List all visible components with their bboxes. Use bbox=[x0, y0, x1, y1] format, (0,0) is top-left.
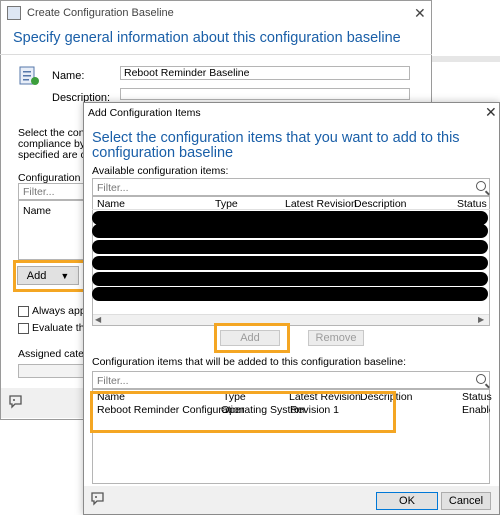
redacted-row bbox=[92, 256, 488, 270]
available-label: Available configuration items: bbox=[92, 165, 229, 177]
col-latest-revision[interactable]: Latest Revision bbox=[285, 198, 357, 210]
remove-button[interactable]: Remove bbox=[308, 330, 364, 346]
dialog-title: Add Configuration Items bbox=[88, 107, 201, 119]
bg-window-title: Create Configuration Baseline bbox=[27, 7, 174, 19]
bg-add-highlight bbox=[13, 260, 86, 292]
always-apply-checkbox[interactable] bbox=[18, 306, 29, 317]
added-label: Configuration items that will be added t… bbox=[92, 356, 407, 368]
search-icon[interactable] bbox=[476, 181, 486, 191]
available-header-row: Name Type Latest Revision Description St… bbox=[92, 196, 490, 210]
window-app-icon bbox=[7, 6, 21, 20]
search-icon[interactable] bbox=[476, 374, 486, 384]
add-button-highlight bbox=[214, 323, 290, 353]
horizontal-scrollbar[interactable]: ◀ ▶ bbox=[93, 314, 489, 325]
added-filter-input[interactable]: Filter... bbox=[92, 371, 490, 389]
bg-name-column: Name bbox=[23, 205, 52, 217]
redacted-row bbox=[92, 240, 488, 254]
scroll-left-icon[interactable]: ◀ bbox=[95, 315, 101, 324]
added-row-status: Enable bbox=[462, 404, 490, 416]
bg-close-icon[interactable]: ✕ bbox=[414, 5, 426, 22]
feedback-icon[interactable] bbox=[8, 394, 24, 413]
dialog-close-icon[interactable]: ✕ bbox=[485, 104, 497, 121]
name-label: Name: bbox=[52, 70, 85, 82]
scroll-right-icon[interactable]: ▶ bbox=[478, 315, 484, 324]
col-type[interactable]: Type bbox=[215, 198, 238, 210]
bg-filter-input[interactable]: Filter... bbox=[18, 183, 88, 200]
feedback-icon[interactable] bbox=[90, 491, 106, 510]
available-filter-input[interactable]: Filter... bbox=[92, 178, 490, 196]
bg-divider bbox=[0, 54, 432, 55]
col-status[interactable]: Status bbox=[457, 198, 487, 210]
ok-button[interactable]: OK bbox=[376, 492, 438, 510]
description-input[interactable] bbox=[120, 88, 410, 100]
redacted-row bbox=[92, 224, 488, 238]
cancel-button[interactable]: Cancel bbox=[441, 492, 491, 510]
col-description[interactable]: Description bbox=[354, 198, 407, 210]
added-col-status[interactable]: Status bbox=[462, 391, 492, 403]
assigned-categories-box[interactable] bbox=[18, 364, 88, 378]
bg-titlebar: Create Configuration Baseline bbox=[1, 1, 431, 25]
dialog-heading: Select the configuration items that you … bbox=[92, 130, 460, 161]
redacted-row bbox=[92, 272, 488, 286]
added-row-highlight bbox=[90, 391, 396, 433]
redacted-row bbox=[92, 287, 488, 301]
baseline-wizard-icon bbox=[18, 64, 40, 86]
bg-heading: Specify general information about this c… bbox=[13, 30, 401, 46]
redacted-row bbox=[92, 211, 488, 225]
name-input[interactable]: Reboot Reminder Baseline bbox=[120, 66, 410, 80]
col-name[interactable]: Name bbox=[97, 198, 125, 210]
evaluate-checkbox[interactable] bbox=[18, 323, 29, 334]
bg-app-strip bbox=[432, 56, 500, 62]
